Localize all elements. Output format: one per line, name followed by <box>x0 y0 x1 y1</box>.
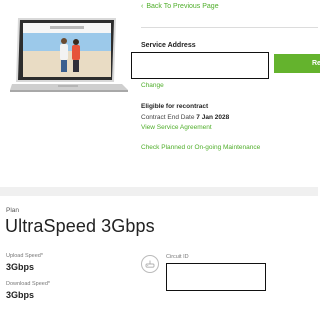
service-address-field[interactable] <box>131 52 269 79</box>
download-speed-label: Download Speed* <box>6 281 51 287</box>
back-link-label: Back To Previous Page <box>146 3 219 10</box>
circuit-id-field[interactable] <box>166 263 266 291</box>
upload-speed-label: Upload Speed* <box>6 253 44 259</box>
check-maintenance-link[interactable]: Check Planned or On-going Maintenance <box>141 144 260 151</box>
plan-name: UltraSpeed 3Gbps <box>5 216 155 236</box>
chevron-left-icon: ‹ <box>141 3 144 10</box>
service-address-label: Service Address <box>141 42 196 49</box>
back-to-previous-page-link[interactable]: ‹ Back To Previous Page <box>141 3 219 10</box>
divider <box>141 27 318 28</box>
section-separator <box>0 187 318 196</box>
contract-end-date: Contract End Date 7 Jan 2028 <box>141 114 229 121</box>
laptop-illustration <box>10 18 128 92</box>
contract-end-label: Contract End Date <box>141 114 195 121</box>
view-service-agreement-link[interactable]: View Service Agreement <box>141 124 212 131</box>
circuit-id-label: Circuit ID <box>166 254 189 260</box>
plan-label: Plan <box>6 207 20 214</box>
router-icon <box>141 255 159 273</box>
eligibility-heading: Eligible for recontract <box>141 103 209 110</box>
action-button[interactable]: Re <box>274 54 320 73</box>
contract-end-value: 7 Jan 2028 <box>196 114 230 121</box>
download-speed-value: 3Gbps <box>6 290 35 300</box>
change-address-link[interactable]: Change <box>141 82 164 89</box>
upload-speed-value: 3Gbps <box>6 262 35 272</box>
